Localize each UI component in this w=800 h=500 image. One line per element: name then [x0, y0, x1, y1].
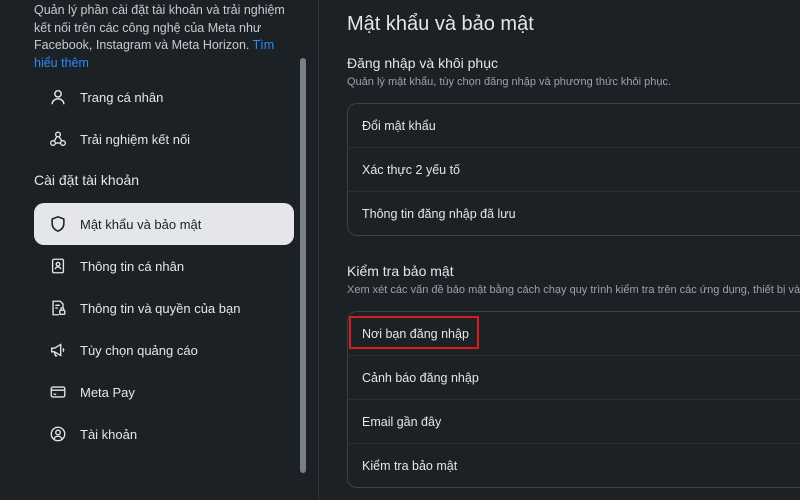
credit-card-icon: [48, 382, 68, 402]
sidebar-item-info-permissions[interactable]: Thông tin và quyền của bạn: [34, 287, 294, 329]
settings-sidebar: Quản lý phần cài đặt tài khoản và trải n…: [0, 0, 319, 500]
sidebar-intro-text: Quản lý phần cài đặt tài khoản và trải n…: [34, 3, 285, 52]
security-check-card: Nơi bạn đăng nhập Cảnh báo đăng nhập Ema…: [347, 311, 800, 488]
sidebar-item-label: Thông tin cá nhân: [80, 258, 185, 274]
row-label: Đổi mật khẩu: [362, 118, 436, 133]
security-checkup-row[interactable]: Kiểm tra bảo mật: [348, 443, 800, 487]
security-check-description: Xem xét các vấn đề bảo mật bằng cách chạ…: [347, 284, 800, 296]
recent-emails-row[interactable]: Email gần đây: [348, 399, 800, 443]
security-check-title: Kiểm tra bảo mật: [347, 263, 454, 279]
sidebar-scrollbar[interactable]: [300, 58, 306, 473]
account-settings-heading: Cài đặt tài khoản: [34, 172, 140, 188]
sidebar-item-label: Thông tin và quyền của bạn: [80, 300, 241, 316]
login-recovery-card: Đổi mật khẩu Xác thực 2 yếu tố Thông tin…: [347, 103, 800, 236]
sidebar-item-profile[interactable]: Trang cá nhân: [34, 76, 294, 118]
sidebar-item-label: Mật khẩu và bảo mật: [80, 216, 202, 232]
row-label: Kiểm tra bảo mật: [362, 458, 458, 473]
row-label: Email gần đây: [362, 414, 442, 429]
page-title: Mật khẩu và bảo mật: [347, 13, 534, 35]
account-circle-icon: [48, 424, 68, 444]
login-recovery-title: Đăng nhập và khôi phục: [347, 55, 498, 71]
sidebar-item-label: Meta Pay: [80, 384, 135, 400]
megaphone-icon: [48, 340, 68, 360]
main-content: Mật khẩu và bảo mật Đăng nhập và khôi ph…: [319, 0, 800, 500]
sidebar-item-label: Tài khoản: [80, 426, 138, 442]
connected-experiences-icon: [48, 129, 68, 149]
row-label: Thông tin đăng nhập đã lưu: [362, 206, 516, 221]
sidebar-item-accounts[interactable]: Tài khoản: [34, 413, 294, 455]
sidebar-item-meta-pay[interactable]: Meta Pay: [34, 371, 294, 413]
saved-login-row[interactable]: Thông tin đăng nhập đã lưu: [348, 191, 800, 235]
shield-icon: [48, 214, 68, 234]
sidebar-item-label: Trải nghiệm kết nối: [80, 131, 191, 147]
login-alerts-row[interactable]: Cảnh báo đăng nhập: [348, 355, 800, 399]
where-logged-in-row[interactable]: Nơi bạn đăng nhập: [348, 312, 800, 355]
two-factor-auth-row[interactable]: Xác thực 2 yếu tố: [348, 147, 800, 191]
id-card-icon: [48, 256, 68, 276]
sidebar-item-personal-info[interactable]: Thông tin cá nhân: [34, 245, 294, 287]
profile-icon: [48, 87, 68, 107]
row-label: Cảnh báo đăng nhập: [362, 370, 479, 385]
document-lock-icon: [48, 298, 68, 318]
row-label: Xác thực 2 yếu tố: [362, 162, 461, 177]
sidebar-intro: Quản lý phần cài đặt tài khoản và trải n…: [34, 2, 296, 72]
sidebar-item-ad-preferences[interactable]: Tùy chọn quảng cáo: [34, 329, 294, 371]
sidebar-item-password-security[interactable]: Mật khẩu và bảo mật: [34, 203, 294, 245]
sidebar-item-label: Trang cá nhân: [80, 89, 164, 105]
sidebar-item-connected-experiences[interactable]: Trải nghiệm kết nối: [34, 118, 294, 160]
sidebar-item-label: Tùy chọn quảng cáo: [80, 342, 198, 358]
change-password-row[interactable]: Đổi mật khẩu: [348, 104, 800, 147]
login-recovery-description: Quản lý mật khẩu, tùy chọn đăng nhập và …: [347, 76, 672, 88]
row-label: Nơi bạn đăng nhập: [362, 326, 469, 341]
